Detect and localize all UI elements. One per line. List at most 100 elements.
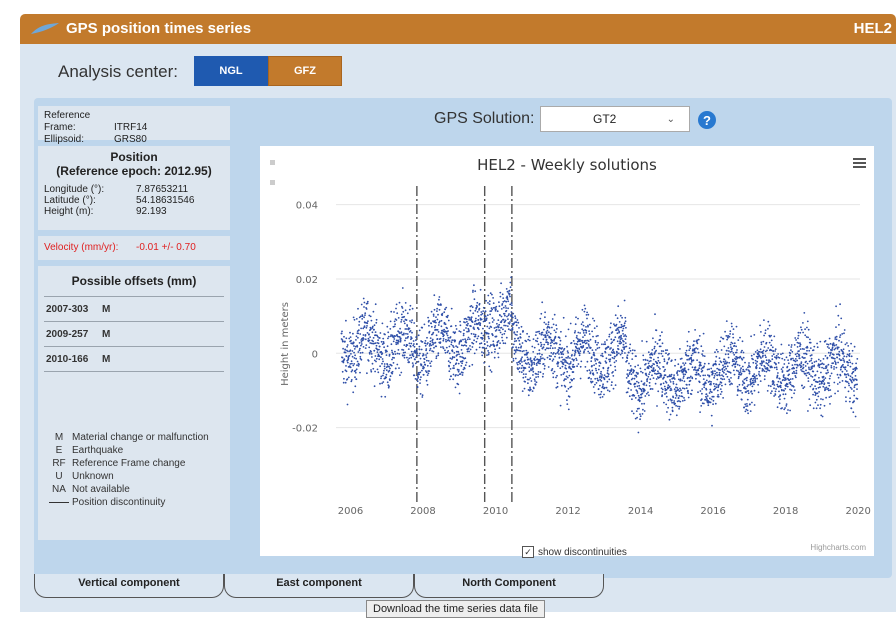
data-point xyxy=(719,369,721,371)
data-point xyxy=(528,363,531,366)
data-point xyxy=(835,326,837,328)
data-point xyxy=(637,381,640,384)
data-point xyxy=(516,334,518,336)
chart-menu-icon[interactable] xyxy=(853,156,866,170)
data-point xyxy=(732,352,735,354)
data-point xyxy=(359,352,362,354)
data-point xyxy=(477,335,480,338)
data-point xyxy=(469,309,472,312)
gfz-button[interactable]: GFZ xyxy=(268,56,342,86)
data-point xyxy=(811,383,813,386)
data-point xyxy=(757,352,760,355)
data-point xyxy=(587,325,589,328)
data-point xyxy=(484,315,487,318)
data-point xyxy=(520,345,523,348)
data-point xyxy=(787,362,790,365)
data-point xyxy=(750,335,752,338)
data-point xyxy=(752,361,755,364)
data-point xyxy=(508,313,510,315)
data-point xyxy=(845,376,848,379)
data-point xyxy=(668,352,670,355)
data-point xyxy=(822,398,824,401)
data-point xyxy=(775,363,777,366)
data-point xyxy=(594,341,597,344)
data-point xyxy=(452,346,455,348)
station-code: HEL2 xyxy=(853,20,892,37)
data-point xyxy=(699,411,701,413)
data-point xyxy=(385,369,388,372)
show-discontinuities-checkbox[interactable]: ✓ xyxy=(522,546,534,558)
tab-east-component[interactable]: East component xyxy=(224,574,414,598)
data-point xyxy=(673,376,675,379)
data-point xyxy=(696,342,699,345)
data-point xyxy=(790,357,793,360)
data-point xyxy=(482,334,485,337)
data-point xyxy=(704,382,707,385)
data-point xyxy=(645,384,648,387)
data-point xyxy=(516,331,519,333)
data-point xyxy=(669,413,672,416)
data-point xyxy=(416,378,418,381)
data-point xyxy=(583,310,586,313)
data-point xyxy=(555,328,558,330)
data-point xyxy=(635,410,638,412)
reference-frame-box: Reference Frame: ITRF14 Ellipsoid: GRS80 xyxy=(38,106,230,145)
data-point xyxy=(591,380,594,383)
data-point xyxy=(756,360,759,363)
chart-credit[interactable]: Highcharts.com xyxy=(810,543,866,552)
data-point xyxy=(562,361,564,364)
data-point xyxy=(741,365,744,368)
data-point xyxy=(450,343,453,346)
data-point xyxy=(715,386,718,389)
data-point xyxy=(423,361,426,364)
data-point xyxy=(538,352,541,355)
data-point xyxy=(605,386,608,389)
ngl-button[interactable]: NGL xyxy=(194,56,268,86)
data-point xyxy=(698,381,701,384)
data-point xyxy=(529,386,531,389)
data-point xyxy=(610,384,613,386)
data-point xyxy=(721,367,724,370)
data-point xyxy=(370,370,373,373)
data-point xyxy=(804,357,806,359)
data-point xyxy=(404,351,406,354)
data-point xyxy=(804,328,806,331)
data-point xyxy=(656,405,658,407)
data-point xyxy=(637,364,639,367)
download-button[interactable]: Download the time series data file xyxy=(366,600,546,618)
data-point xyxy=(426,383,429,386)
tab-vertical-component[interactable]: Vertical component xyxy=(34,574,224,598)
data-point xyxy=(520,367,523,369)
data-point xyxy=(538,332,541,335)
data-point xyxy=(440,304,442,306)
data-point xyxy=(616,351,618,354)
data-point xyxy=(632,412,635,415)
data-point xyxy=(712,403,714,406)
legend-text: Earthquake xyxy=(72,445,124,456)
data-point xyxy=(573,377,575,380)
data-point xyxy=(851,349,854,352)
show-discontinuities-option[interactable]: ✓ show discontinuities xyxy=(522,546,627,558)
data-point xyxy=(383,363,386,365)
gps-solution-select[interactable]: GT2 ⌄ xyxy=(540,106,690,132)
data-point xyxy=(359,347,361,350)
data-point xyxy=(352,341,355,344)
data-point xyxy=(846,381,849,383)
data-point xyxy=(420,376,422,378)
data-point xyxy=(847,374,850,377)
data-point xyxy=(394,323,396,326)
data-point xyxy=(623,322,626,325)
data-point xyxy=(747,392,750,395)
data-point xyxy=(443,321,446,324)
data-point xyxy=(347,350,349,353)
data-point xyxy=(428,324,430,327)
data-point xyxy=(631,349,634,351)
analysis-center-label: Analysis center: xyxy=(58,62,178,81)
data-point xyxy=(405,332,407,335)
data-point xyxy=(636,390,639,393)
help-icon[interactable]: ? xyxy=(698,111,716,129)
tab-north-component[interactable]: North Component xyxy=(414,574,604,598)
data-point xyxy=(399,337,402,340)
data-point xyxy=(380,375,383,378)
data-point xyxy=(639,367,642,370)
